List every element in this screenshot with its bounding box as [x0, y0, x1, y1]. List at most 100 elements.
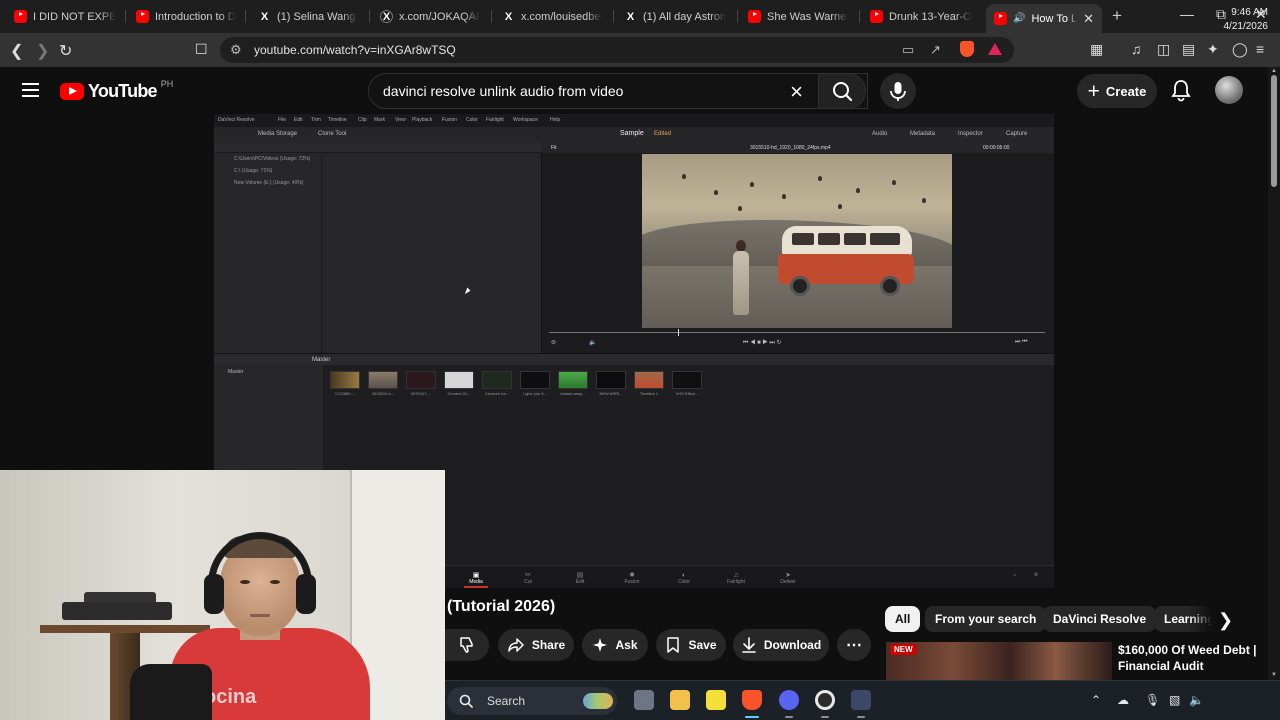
clip-thumbnail [406, 371, 436, 389]
share-page-icon[interactable]: ↗ [930, 42, 941, 58]
tab-label: x.com/louisedbeg [521, 10, 602, 23]
bookmark-icon[interactable]: ☐ [195, 41, 208, 58]
microphone-tray-icon[interactable]: 🎙 [1145, 693, 1160, 707]
reader-mode-icon[interactable]: ▦ [1090, 41, 1103, 58]
clip-label: 1722880-... [334, 391, 356, 396]
task-view-icon[interactable] [634, 690, 654, 710]
back-icon[interactable]: ❮ [10, 41, 23, 61]
reload-icon[interactable]: ↻ [59, 41, 72, 61]
sidebar-icon[interactable]: ◫ [1157, 41, 1170, 58]
forward-icon[interactable]: ❯ [36, 41, 49, 61]
share-button[interactable]: Share [498, 629, 574, 661]
screen: { "browser": { "tabs": [ {"label": "I DI… [0, 0, 1280, 720]
youtube-logo[interactable]: YouTube PH [60, 79, 173, 102]
browser-tab[interactable]: X x.com/louisedbeg [494, 4, 610, 29]
ask-button[interactable]: Ask [582, 629, 648, 661]
brave-shields-icon[interactable] [960, 41, 974, 57]
file-explorer-icon[interactable] [670, 690, 690, 710]
recommended-thumbnail[interactable]: NEW [886, 642, 1112, 682]
brave-rewards-icon[interactable] [988, 43, 1002, 55]
viewer-header: Fit 3015510-hd_1920_1080_24fps.mp4 00:00… [543, 143, 1054, 153]
viewer-mark-icons: ⏭ ⏮ [1015, 339, 1028, 345]
taskbar-search-label: Search [487, 694, 526, 708]
cast-icon[interactable]: ▭ [902, 42, 914, 58]
clip-thumbnail [596, 371, 626, 389]
browser-tab-active[interactable]: 🔊 How To Lin ✕ [986, 4, 1102, 33]
browser-tab[interactable]: Introduction to Da [128, 4, 244, 29]
minimize-icon[interactable]: — [1180, 6, 1194, 22]
resolve-menu-item: Clip [358, 117, 367, 123]
media-icon[interactable]: ♫ [1131, 41, 1142, 57]
account-avatar[interactable] [1215, 76, 1243, 104]
volume-item: C:\Users\PC\Videos (Usage: 72%) [234, 156, 311, 162]
new-tab-icon[interactable]: + [1112, 6, 1122, 26]
search-input[interactable]: davinci resolve unlink audio from video … [368, 73, 868, 109]
save-button[interactable]: Save [656, 629, 726, 661]
vpn-icon[interactable]: ◯ [1232, 41, 1248, 58]
search-button[interactable] [818, 73, 866, 109]
clip-thumbnail [558, 371, 588, 389]
scroll-up-icon[interactable]: ▲ [1271, 68, 1277, 74]
media-pool-title: Master [312, 357, 331, 363]
download-button[interactable]: Download [733, 629, 829, 661]
resolve-menu-item: Fusion [442, 117, 458, 123]
viewer-frame-image [642, 154, 952, 328]
more-actions-button[interactable]: ⋯ [837, 629, 871, 661]
media-storage-tab: Media Storage [258, 131, 298, 137]
webcam-overlay: ocina [0, 470, 445, 720]
plus-icon: + [1087, 79, 1100, 103]
scroll-down-icon[interactable]: ▼ [1271, 672, 1277, 678]
brave-browser-icon[interactable] [742, 690, 762, 710]
browser-tab[interactable]: X x.com/JOKAQARM [372, 4, 488, 29]
tab-close-icon[interactable]: ✕ [1083, 11, 1094, 27]
browser-tab[interactable]: X (1) All day Astrono [616, 4, 734, 29]
page-scrollbar[interactable]: ▲ ▼ [1268, 67, 1280, 680]
clone-tool-tab: Clone Tool [318, 131, 347, 137]
sticky-notes-icon[interactable] [706, 690, 726, 710]
address-bar[interactable]: ⚙ youtube.com/watch?v=inXGAr8wTSQ ▭ ↗ [220, 37, 1014, 63]
share-icon [508, 638, 524, 652]
resolve-menu-item: View [395, 117, 406, 123]
tab-divider [369, 10, 370, 23]
speaker-icon[interactable]: 🔊 [1013, 13, 1025, 24]
menu-icon[interactable]: ≡ [1256, 41, 1264, 57]
youtube-icon [748, 10, 761, 23]
wallet-icon[interactable]: ▤ [1182, 41, 1195, 58]
chevron-right-icon[interactable]: ❯ [1218, 610, 1233, 631]
clip-thumbnail [444, 371, 474, 389]
onedrive-icon[interactable]: ☁ [1117, 693, 1129, 707]
notifications-button[interactable] [1170, 78, 1192, 107]
volume-icon[interactable]: 🔈 [1189, 693, 1204, 707]
scrollbar-thumb[interactable] [1271, 75, 1277, 187]
taskbar-clock[interactable]: 9:46 AM 4/21/2026 [1210, 6, 1269, 34]
browser-tab[interactable]: Drunk 13-Year-Old [862, 4, 980, 29]
chip-learning[interactable]: Learning [1154, 606, 1212, 632]
browser-tab[interactable]: She Was Warned T [740, 4, 856, 29]
search-query: davinci resolve unlink audio from video [383, 83, 624, 99]
hamburger-menu-icon[interactable] [22, 83, 39, 97]
site-info-icon[interactable]: ⚙ [230, 42, 242, 58]
viewer-fit: Fit [551, 145, 557, 151]
chip-davinci-resolve[interactable]: DaVinci Resolve [1043, 606, 1157, 632]
messenger-icon[interactable] [779, 690, 799, 710]
network-icon[interactable]: ▧ [1169, 693, 1180, 707]
browser-tab[interactable]: I DID NOT EXPECT [6, 4, 124, 29]
dislike-button[interactable] [445, 629, 489, 661]
browser-tab-strip: I DID NOT EXPECT Introduction to Da X (1… [0, 0, 1280, 33]
obs-icon[interactable] [815, 690, 835, 710]
chip-from-your-search[interactable]: From your search [925, 606, 1047, 632]
clear-search-icon[interactable]: × [790, 79, 803, 105]
chip-all[interactable]: All [885, 606, 921, 632]
viewer-volume-icon: 🔈 [589, 340, 597, 346]
recommended-title[interactable]: $160,000 Of Weed Debt | Financial Audit [1118, 642, 1258, 674]
davinci-resolve-icon[interactable] [851, 690, 871, 710]
download-label: Download [763, 638, 822, 652]
clip-label: Cenario 01... [447, 391, 471, 396]
voice-search-button[interactable] [880, 73, 916, 109]
taskbar-search[interactable]: Search [447, 687, 617, 715]
share-label: Share [531, 638, 566, 652]
create-button[interactable]: + Create [1077, 74, 1157, 108]
browser-tab[interactable]: X (1) Selina Wang on [250, 4, 366, 29]
leo-ai-icon[interactable]: ✦ [1207, 41, 1219, 58]
chevron-up-icon[interactable]: ⌃ [1091, 693, 1101, 707]
